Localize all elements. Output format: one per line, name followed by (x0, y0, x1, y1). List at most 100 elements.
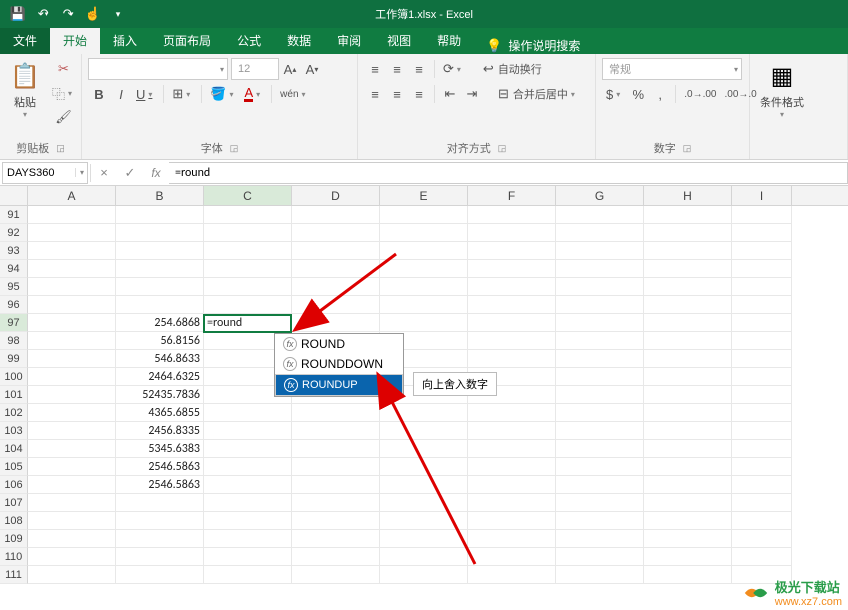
cell[interactable] (380, 476, 468, 494)
cell[interactable] (116, 548, 204, 566)
cell[interactable] (644, 332, 732, 350)
cell[interactable] (644, 440, 732, 458)
paste-button[interactable]: 📋 粘贴 ▾ (6, 58, 44, 121)
tell-me-search[interactable]: 💡 操作说明搜索 (474, 37, 592, 54)
cell[interactable] (28, 476, 116, 494)
cell[interactable] (204, 260, 292, 278)
row-header[interactable]: 99 (0, 350, 28, 368)
cell[interactable]: 546.8633 (116, 350, 204, 368)
cell[interactable] (116, 260, 204, 278)
cell[interactable] (380, 566, 468, 584)
cell[interactable] (204, 512, 292, 530)
cell[interactable] (292, 422, 380, 440)
col-header-D[interactable]: D (292, 186, 380, 205)
row-header[interactable]: 95 (0, 278, 28, 296)
cell[interactable] (644, 296, 732, 314)
row-header[interactable]: 101 (0, 386, 28, 404)
align-bottom-button[interactable]: ≡ (408, 58, 430, 80)
col-header-B[interactable]: B (116, 186, 204, 205)
cell[interactable] (732, 368, 792, 386)
cell[interactable] (292, 260, 380, 278)
cell[interactable] (28, 530, 116, 548)
cell[interactable] (116, 224, 204, 242)
cell[interactable] (556, 224, 644, 242)
cell[interactable] (204, 494, 292, 512)
dialog-launcher-icon[interactable]: ◲ (683, 143, 692, 154)
cell[interactable] (380, 548, 468, 566)
cell[interactable] (644, 206, 732, 224)
cell[interactable] (28, 278, 116, 296)
cell[interactable] (644, 260, 732, 278)
cell[interactable] (732, 350, 792, 368)
cell[interactable] (204, 404, 292, 422)
cell[interactable] (644, 458, 732, 476)
insert-function-button[interactable]: fx (143, 162, 169, 184)
cell[interactable] (556, 530, 644, 548)
cell[interactable] (644, 368, 732, 386)
cell[interactable] (292, 530, 380, 548)
row-header[interactable]: 106 (0, 476, 28, 494)
cell[interactable] (204, 206, 292, 224)
cell[interactable] (28, 548, 116, 566)
cell[interactable] (380, 404, 468, 422)
cell[interactable] (116, 278, 204, 296)
col-header-C[interactable]: C (204, 186, 292, 205)
row-header[interactable]: 110 (0, 548, 28, 566)
orientation-button[interactable]: ⟳▾ (439, 58, 468, 80)
save-button[interactable]: 💾 (6, 2, 30, 26)
cell[interactable]: 2546.5863 (116, 476, 204, 494)
cell[interactable] (28, 368, 116, 386)
tab-help[interactable]: 帮助 (424, 28, 474, 54)
cell[interactable] (556, 206, 644, 224)
underline-button[interactable]: U▾ (132, 83, 159, 105)
tab-formulas[interactable]: 公式 (224, 28, 274, 54)
cell[interactable] (732, 242, 792, 260)
col-header-H[interactable]: H (644, 186, 732, 205)
cell[interactable] (556, 332, 644, 350)
cell[interactable] (292, 548, 380, 566)
cell[interactable]: 2456.8335 (116, 422, 204, 440)
cell[interactable] (204, 296, 292, 314)
cell[interactable] (292, 476, 380, 494)
cell[interactable] (644, 404, 732, 422)
cell[interactable] (556, 476, 644, 494)
cell[interactable] (28, 512, 116, 530)
dialog-launcher-icon[interactable]: ◲ (230, 143, 239, 154)
cell[interactable] (556, 260, 644, 278)
increase-font-button[interactable]: A▴ (279, 58, 301, 80)
cell[interactable] (644, 530, 732, 548)
tab-view[interactable]: 视图 (374, 28, 424, 54)
percent-format-button[interactable]: % (627, 83, 649, 105)
accounting-format-button[interactable]: $▾ (602, 83, 627, 105)
cell[interactable] (380, 494, 468, 512)
cell[interactable] (644, 494, 732, 512)
comma-format-button[interactable]: , (649, 83, 671, 105)
cell[interactable] (732, 224, 792, 242)
cell[interactable] (732, 548, 792, 566)
cell[interactable] (644, 548, 732, 566)
cell[interactable] (732, 494, 792, 512)
row-header[interactable]: 98 (0, 332, 28, 350)
cell[interactable] (292, 404, 380, 422)
cell[interactable] (556, 548, 644, 566)
col-header-E[interactable]: E (380, 186, 468, 205)
decrease-indent-button[interactable]: ⇤ (439, 83, 461, 105)
cell[interactable] (732, 530, 792, 548)
cell[interactable] (204, 566, 292, 584)
cell[interactable] (28, 458, 116, 476)
cell[interactable] (556, 440, 644, 458)
cell[interactable] (116, 512, 204, 530)
tab-file[interactable]: 文件 (0, 28, 50, 54)
cell[interactable] (292, 494, 380, 512)
cell[interactable] (468, 296, 556, 314)
row-header[interactable]: 103 (0, 422, 28, 440)
cell[interactable] (380, 260, 468, 278)
cell[interactable] (644, 512, 732, 530)
italic-button[interactable]: I (110, 83, 132, 105)
formula-input[interactable]: =round (169, 162, 848, 184)
cell[interactable]: 254.6868 (116, 314, 204, 332)
row-header[interactable]: 96 (0, 296, 28, 314)
conditional-format-button[interactable]: ▦ 条件格式 ▾ (756, 58, 808, 121)
increase-indent-button[interactable]: ⇥ (461, 83, 483, 105)
cell[interactable] (292, 278, 380, 296)
